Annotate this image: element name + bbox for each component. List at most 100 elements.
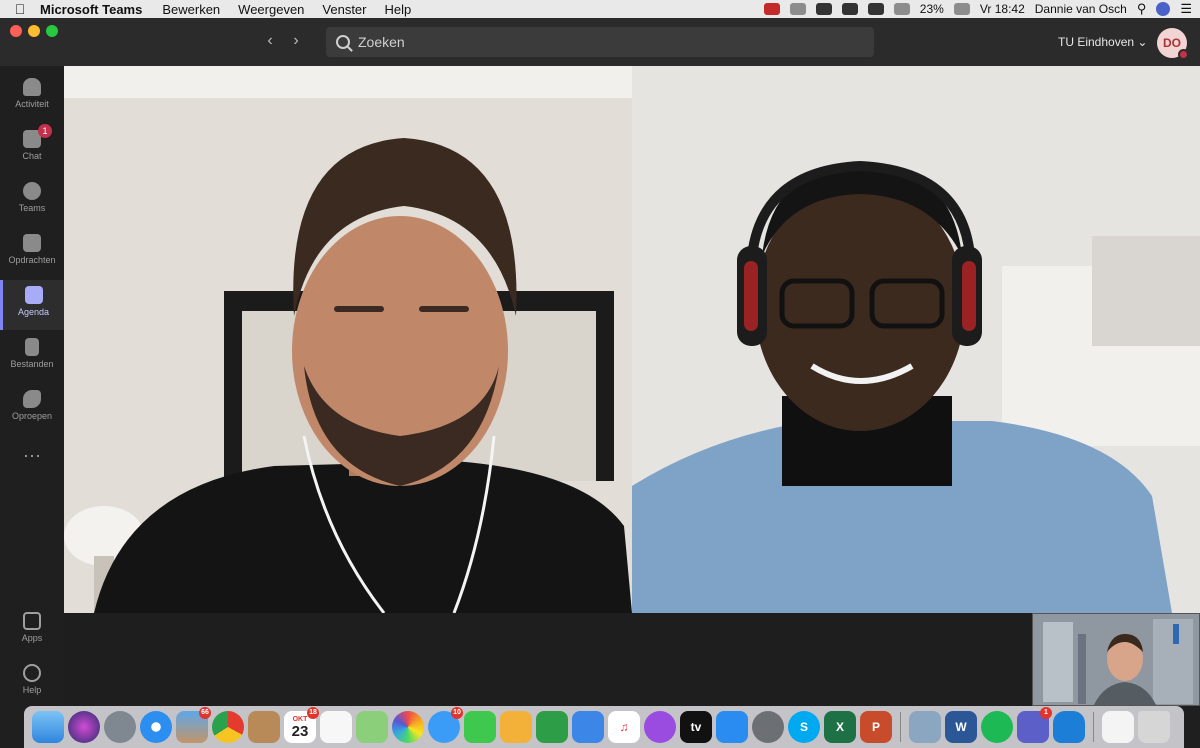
avatar[interactable]: DO xyxy=(1157,28,1189,60)
calendar-day: 23 xyxy=(291,722,309,740)
music-icon[interactable]: ♫ xyxy=(608,711,640,743)
phone-icon xyxy=(23,390,41,408)
bell-icon xyxy=(23,78,41,96)
app-bar: Activiteit 1 Chat Teams Opdrachten Agend… xyxy=(0,66,64,706)
launchpad-icon[interactable] xyxy=(104,711,136,743)
numbers-icon[interactable] xyxy=(536,711,568,743)
self-view-video[interactable] xyxy=(1032,613,1200,706)
safari-icon[interactable] xyxy=(140,711,172,743)
close-window-button[interactable] xyxy=(10,25,22,37)
reminders-icon[interactable] xyxy=(320,711,352,743)
forward-button[interactable]: › xyxy=(286,32,306,50)
sidebar-item-calls[interactable]: Oproepen xyxy=(0,384,64,434)
participant-video-right[interactable] xyxy=(632,66,1200,613)
siri-icon[interactable] xyxy=(1156,2,1171,16)
trash-icon[interactable] xyxy=(1138,711,1170,743)
org-name: TU Eindhoven xyxy=(1058,35,1135,49)
wifi-icon[interactable] xyxy=(893,3,910,15)
org-switcher[interactable]: TU Eindhoven ⌄ xyxy=(1058,35,1147,49)
preview-icon[interactable] xyxy=(909,711,941,743)
system-preferences-icon[interactable] xyxy=(752,711,784,743)
search-bar[interactable] xyxy=(326,27,874,57)
chrome-icon[interactable] xyxy=(212,711,244,743)
files-icon xyxy=(25,338,39,356)
dock-separator xyxy=(900,712,901,742)
spotify-icon[interactable] xyxy=(981,711,1013,743)
messages-badge: 10 xyxy=(451,707,463,719)
menu-weergeven[interactable]: Weergeven xyxy=(238,2,304,17)
sidebar-item-calendar[interactable]: Agenda xyxy=(0,280,64,330)
check-icon[interactable] xyxy=(815,3,832,15)
zoom-window-button[interactable] xyxy=(46,25,58,37)
teams-dock-icon[interactable]: 1 xyxy=(1017,707,1052,743)
powerpoint-label: P xyxy=(871,720,880,734)
menu-bewerken[interactable]: Bewerken xyxy=(162,2,220,17)
calendar-app-icon[interactable]: OKT 23 18 xyxy=(284,707,319,743)
sidebar-item-label: Agenda xyxy=(17,307,50,317)
presence-busy-icon xyxy=(1178,49,1189,60)
sidebar-item-teams[interactable]: Teams xyxy=(0,176,64,226)
excel-label: X xyxy=(835,720,844,734)
finder-icon[interactable] xyxy=(32,711,64,743)
powerpoint-icon[interactable]: P xyxy=(860,711,892,743)
sidebar-item-help[interactable]: Help xyxy=(0,658,64,708)
sidebar-item-label: Activiteit xyxy=(15,99,49,109)
app-store-icon[interactable] xyxy=(716,711,748,743)
menu-venster[interactable]: Venster xyxy=(322,2,366,17)
battery-percent: 23% xyxy=(919,2,944,16)
search-icon xyxy=(336,35,350,49)
pages-icon[interactable] xyxy=(500,711,532,743)
mail-badge: 66 xyxy=(199,707,211,719)
facetime-icon[interactable] xyxy=(464,711,496,743)
minimize-window-button[interactable] xyxy=(28,25,40,37)
dropbox-icon[interactable] xyxy=(763,3,780,15)
battery-icon[interactable] xyxy=(953,3,970,15)
calendar-badge: 18 xyxy=(307,707,319,719)
user-name[interactable]: Dannie van Osch xyxy=(1035,2,1127,16)
more-apps-button[interactable]: ⋯ xyxy=(0,444,64,474)
sidebar-item-assignments[interactable]: Opdrachten xyxy=(0,228,64,278)
spotlight-icon[interactable]: ⚲ xyxy=(1137,1,1147,17)
siri-dock-icon[interactable] xyxy=(68,711,100,743)
teams-badge: 1 xyxy=(1040,707,1052,719)
sidebar-item-label: Opdrachten xyxy=(8,255,56,265)
sidebar-item-files[interactable]: Bestanden xyxy=(0,332,64,382)
notification-center-icon[interactable]: ☰ xyxy=(1180,1,1192,17)
contacts-icon[interactable] xyxy=(248,711,280,743)
icloud-icon[interactable] xyxy=(789,3,806,15)
mail-icon[interactable]: 66 xyxy=(176,707,211,743)
skype-icon[interactable]: S xyxy=(788,711,820,743)
podcasts-icon[interactable] xyxy=(644,711,676,743)
keynote-icon[interactable] xyxy=(572,711,604,743)
sidebar-item-activity[interactable]: Activiteit xyxy=(0,72,64,122)
participant-video-right-image xyxy=(632,66,1200,613)
chevron-down-icon: ⌄ xyxy=(1137,35,1148,49)
sidebar-item-label: Teams xyxy=(18,203,46,213)
messages-icon[interactable]: 10 xyxy=(428,707,463,743)
keyboard-icon[interactable] xyxy=(867,3,884,15)
downloads-stack-icon[interactable] xyxy=(1102,711,1134,743)
app-menu[interactable]: Microsoft Teams xyxy=(40,2,142,17)
apple-icon[interactable]:  xyxy=(0,1,40,17)
excel-icon[interactable]: X xyxy=(824,711,856,743)
sidebar-item-label: Oproepen xyxy=(11,411,53,421)
participant-video-left[interactable] xyxy=(64,66,632,613)
search-input[interactable] xyxy=(358,34,838,50)
ellipsis-icon: ⋯ xyxy=(23,446,41,466)
onedrive-icon[interactable] xyxy=(1053,711,1085,743)
word-icon[interactable]: W xyxy=(945,711,977,743)
sidebar-item-label: Chat xyxy=(22,151,42,161)
menu-help[interactable]: Help xyxy=(385,2,412,17)
photos-icon[interactable] xyxy=(392,711,424,743)
assignments-icon xyxy=(23,234,41,252)
airplay-icon[interactable] xyxy=(841,3,858,15)
sidebar-item-label: Bestanden xyxy=(10,359,54,369)
maps-icon[interactable] xyxy=(356,711,388,743)
sidebar-item-chat[interactable]: 1 Chat xyxy=(0,124,64,174)
clock[interactable]: Vr 18:42 xyxy=(980,2,1025,16)
teams-icon xyxy=(23,182,41,200)
sidebar-item-apps[interactable]: Apps xyxy=(0,606,64,656)
appletv-icon[interactable]: tv xyxy=(680,711,712,743)
back-button[interactable]: ‹ xyxy=(260,32,280,50)
mac-dock: 66 OKT 23 18 10 ♫ tv S X P W 1 xyxy=(24,706,1184,748)
